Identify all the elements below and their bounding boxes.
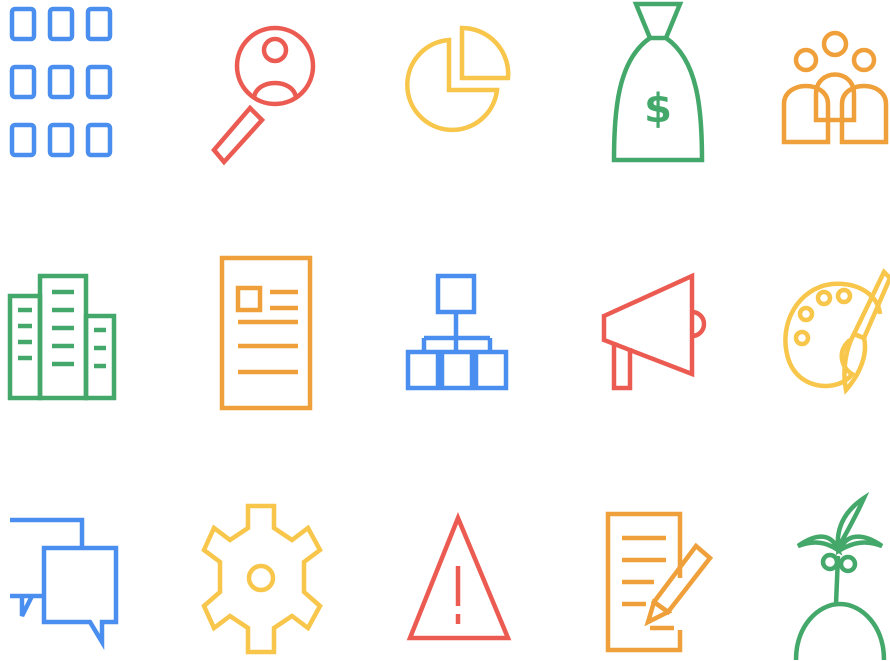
app-grid-icon	[6, 2, 116, 162]
dollar-sign-label: $	[644, 86, 672, 132]
chat-bubbles-icon	[6, 516, 122, 652]
megaphone-icon	[600, 270, 710, 394]
document-icon	[218, 254, 318, 414]
org-chart-icon	[402, 272, 514, 394]
edit-document-icon	[604, 510, 720, 656]
gear-icon	[201, 500, 323, 658]
palm-island-icon	[790, 491, 890, 661]
warning-icon	[404, 510, 514, 644]
money-bag-icon: $	[608, 0, 708, 164]
paint-palette-icon	[780, 266, 890, 400]
team-icon	[780, 24, 890, 148]
pie-chart-icon	[404, 2, 514, 162]
buildings-icon	[6, 272, 118, 402]
user-search-icon	[210, 4, 320, 166]
